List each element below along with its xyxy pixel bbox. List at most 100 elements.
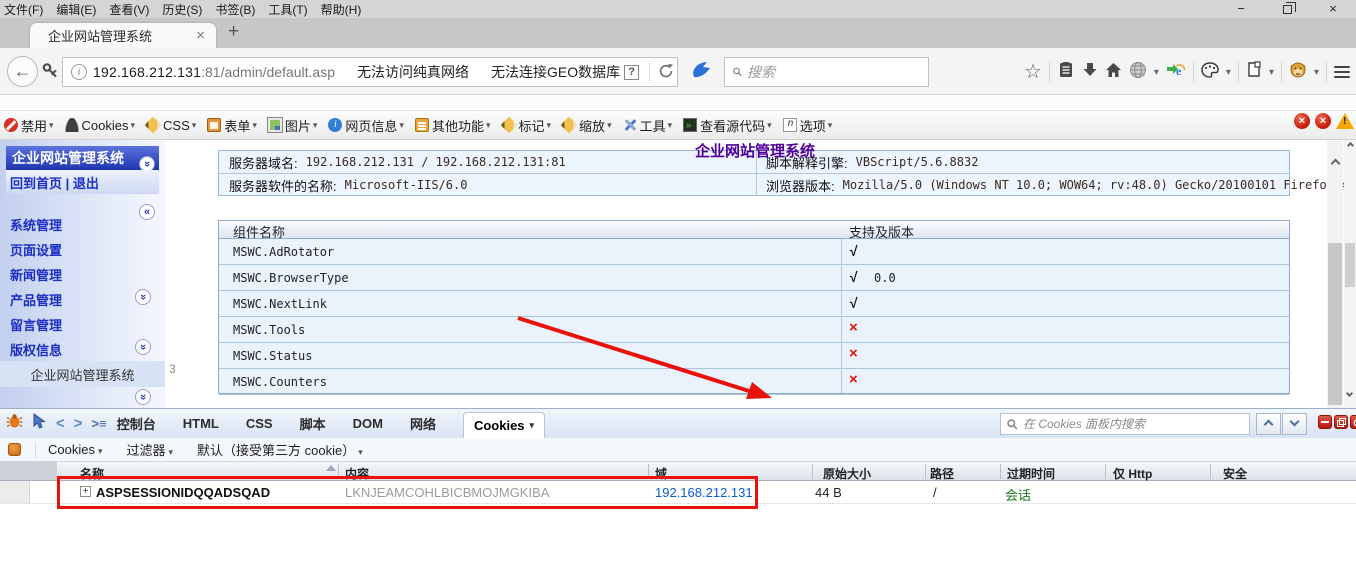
palette-icon[interactable] [1201, 61, 1219, 83]
tab-script[interactable]: 脚本 [300, 414, 326, 433]
col-httponly[interactable]: 仅 Http [1113, 465, 1152, 482]
devbar-pageinfo[interactable]: i 网页信息 ▾ [328, 116, 404, 135]
new-tab-button[interactable]: + [228, 21, 239, 43]
sidebar-item-copyright[interactable]: 版权信息« [0, 338, 160, 553]
col-rawsize[interactable]: 原始大小 [823, 465, 871, 482]
chevron-down-icon[interactable]: » [135, 389, 151, 405]
new-page-icon[interactable] [1246, 61, 1262, 83]
devbar-options[interactable]: 选项▾ [782, 116, 832, 135]
devbar-images[interactable]: 图片 ▾ [266, 116, 317, 135]
firebug-close-button[interactable] [1350, 415, 1356, 429]
menu-hamburger-icon[interactable] [1334, 63, 1350, 81]
open-in-ie-icon[interactable]: e [1166, 61, 1186, 84]
tab-html[interactable]: HTML [183, 416, 219, 431]
firebug-search-input[interactable] [1023, 417, 1249, 431]
table-row: MSWC.NextLink √ [219, 291, 1289, 317]
nav-back-icon[interactable]: < [56, 415, 65, 432]
monkey-caret-icon[interactable]: ▾ [1314, 67, 1319, 78]
scrollbar-thumb[interactable] [1328, 243, 1342, 405]
tab-active[interactable]: 企业网站管理系统 × [30, 23, 216, 48]
sidebar-item-page[interactable]: 页面设置» [0, 238, 160, 355]
window-restore-icon[interactable] [1264, 0, 1310, 18]
badge-chunzhen[interactable]: 无法访问纯真网络 [357, 62, 469, 82]
tab-cookies-active[interactable]: Cookies ▾ [462, 412, 546, 438]
menu-file[interactable]: 文件(F) [4, 1, 43, 18]
devbar-viewsource[interactable]: 查看源代码▾ [683, 116, 772, 135]
tools-wrench-icon [623, 118, 637, 132]
firebug-detach-button[interactable] [1334, 415, 1348, 429]
error-icon[interactable]: × [1294, 113, 1310, 129]
window-close-icon[interactable]: × [1310, 0, 1356, 18]
window-scrollbar[interactable] [1344, 140, 1356, 408]
default-accept-button[interactable]: 默认（接受第三方 cookie） ▾ [197, 440, 363, 459]
col-secure[interactable]: 安全 [1223, 465, 1247, 482]
downloads-icon[interactable] [1082, 62, 1098, 83]
tab-network[interactable]: 网络 [410, 414, 436, 433]
bookmarks-panel-icon[interactable] [1057, 61, 1075, 84]
devbar-outline[interactable]: 标记 ▾ [500, 116, 551, 135]
firebug-minimize-button[interactable] [1318, 415, 1332, 429]
scroll-up-icon[interactable] [1330, 158, 1340, 169]
sidebar-item-message[interactable]: 留言管理» [0, 313, 160, 505]
devbar-tools[interactable]: 工具 ▾ [623, 116, 673, 135]
key-icon[interactable] [41, 61, 59, 84]
url-bar[interactable]: i 192.168.212.131:81/admin/default.asp 无… [62, 57, 678, 87]
col-expires[interactable]: 过期时间 [1007, 465, 1055, 482]
sidebar-item-system[interactable]: 系统管理» [0, 213, 160, 305]
extension-icon[interactable] [689, 59, 713, 86]
filter-menu-button[interactable]: 过滤器 ▾ [127, 440, 174, 459]
help-icon[interactable]: ? [624, 64, 640, 80]
sidebar-item-news[interactable]: 新闻管理» [0, 263, 160, 405]
break-on-icon[interactable] [8, 443, 21, 456]
command-line-icon[interactable]: >≡ [92, 416, 107, 431]
menu-tools[interactable]: 工具(T) [268, 1, 307, 18]
col-path[interactable]: 路径 [930, 465, 954, 482]
tab-console[interactable]: 控制台 [117, 414, 156, 433]
menu-bar: 文件(F) 编辑(E) 查看(V) 历史(S) 书签(B) 工具(T) 帮助(H… [0, 0, 1356, 18]
firebug-bug-icon[interactable] [6, 413, 23, 434]
find-next-button[interactable] [1282, 413, 1307, 435]
iframe-scrollbar[interactable] [1327, 140, 1343, 408]
menu-bookmarks[interactable]: 书签(B) [215, 1, 255, 18]
site-info-icon[interactable]: i [71, 64, 87, 80]
tab-dom[interactable]: DOM [353, 416, 383, 431]
palette-caret-icon[interactable]: ▾ [1226, 67, 1231, 78]
sidebar-home-exit[interactable]: 回到首页 | 退出 « [6, 170, 159, 220]
menu-edit[interactable]: 编辑(E) [56, 1, 96, 18]
cookies-menu-button[interactable]: Cookies ▾ [48, 442, 103, 457]
greasemonkey-icon[interactable] [1289, 61, 1307, 84]
menu-history[interactable]: 历史(S) [162, 1, 202, 18]
search-box[interactable] [724, 57, 929, 87]
scroll-up-icon[interactable] [1346, 141, 1354, 150]
devbar-forms[interactable]: 表单 ▾ [207, 116, 257, 135]
devbar-resize[interactable]: 缩放 ▾ [560, 116, 612, 135]
scrollbar-thumb[interactable] [1345, 243, 1355, 287]
home-icon[interactable] [1105, 62, 1122, 83]
bookmark-star-icon[interactable]: ☆ [1024, 62, 1042, 82]
tab-css[interactable]: CSS [246, 416, 273, 431]
menu-view[interactable]: 查看(V) [109, 1, 149, 18]
reload-icon[interactable] [658, 63, 674, 82]
badge-geo[interactable]: 无法连接GEO数据库 [491, 62, 620, 82]
page-caret-icon[interactable]: ▾ [1269, 67, 1274, 78]
globe-icon[interactable] [1129, 61, 1147, 84]
window-minimize-icon[interactable]: − [1218, 0, 1264, 18]
scroll-down-icon[interactable] [1345, 389, 1354, 398]
globe-caret-icon[interactable]: ▾ [1154, 67, 1159, 78]
find-previous-button[interactable] [1256, 413, 1281, 435]
search-input[interactable] [747, 64, 928, 80]
menu-help[interactable]: 帮助(H) [321, 1, 362, 18]
search-icon [733, 67, 742, 77]
firebug-search-box[interactable] [1000, 413, 1250, 435]
back-button[interactable]: ← [7, 56, 38, 87]
inspect-cursor-icon[interactable] [32, 413, 47, 434]
sidebar-item-product[interactable]: 产品管理» [0, 288, 160, 455]
devbar-cookies[interactable]: Cookies ▾ [64, 118, 135, 133]
warning-icon[interactable] [1336, 113, 1354, 129]
nav-forward-icon[interactable]: > [74, 415, 83, 432]
devbar-disable[interactable]: 禁用 ▾ [4, 116, 54, 135]
error-icon[interactable]: × [1315, 113, 1331, 129]
devbar-css[interactable]: CSS ▾ [144, 116, 196, 134]
tab-close-icon[interactable]: × [193, 27, 208, 44]
devbar-misc[interactable]: 其他功能 ▾ [414, 116, 491, 135]
